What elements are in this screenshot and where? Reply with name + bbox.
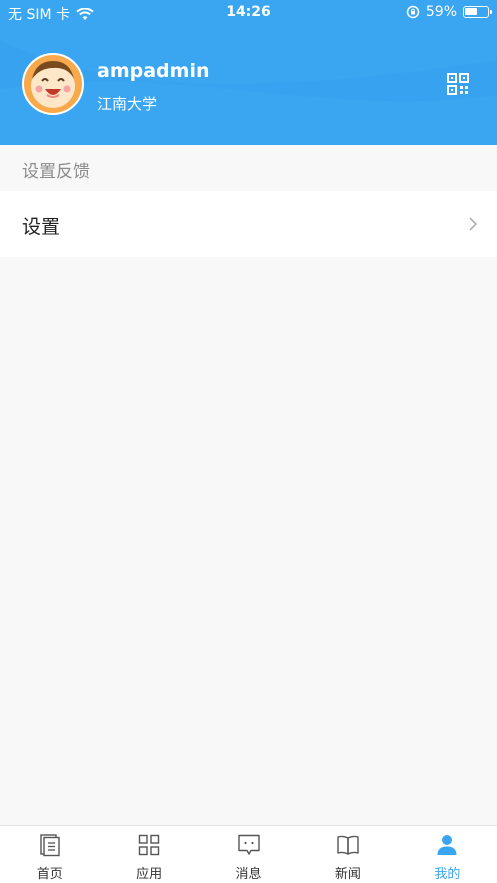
tab-mine[interactable]: 我的	[398, 826, 497, 883]
section-title: 设置反馈	[22, 162, 90, 182]
tab-news-label: 新闻	[334, 867, 361, 882]
rotation-lock-icon	[406, 5, 420, 19]
tab-home-label: 首页	[36, 867, 63, 882]
settings-row[interactable]: 设置	[0, 191, 497, 257]
book-icon	[337, 835, 359, 855]
grid-icon	[138, 834, 160, 856]
tab-bar: 首页 应用 消息 新闻 我的	[0, 825, 497, 883]
tab-apps-label: 应用	[136, 867, 163, 882]
tab-messages[interactable]: 消息	[199, 826, 298, 883]
tab-mine-label: 我的	[434, 867, 461, 882]
message-icon	[237, 834, 260, 855]
tab-home[interactable]: 首页	[0, 826, 99, 883]
tab-apps[interactable]: 应用	[99, 826, 198, 883]
settings-label: 设置	[22, 216, 61, 238]
username: ampadmin	[97, 60, 210, 82]
person-icon	[437, 835, 457, 855]
school-name: 江南大学	[97, 95, 158, 113]
status-bar: 无 SIM 卡 14:26 59%	[0, 0, 497, 26]
profile-header: 无 SIM 卡 14:26 59% ampadmin 江南大学	[0, 0, 497, 145]
home-doc-icon	[40, 834, 60, 857]
qr-code-icon[interactable]	[447, 73, 469, 95]
chevron-right-icon	[469, 217, 478, 231]
tab-messages-label: 消息	[235, 867, 262, 882]
tab-news[interactable]: 新闻	[298, 826, 397, 883]
avatar-face-icon	[24, 55, 82, 113]
battery-icon	[463, 6, 492, 18]
battery-percent: 59%	[425, 4, 457, 20]
avatar[interactable]	[22, 53, 84, 115]
